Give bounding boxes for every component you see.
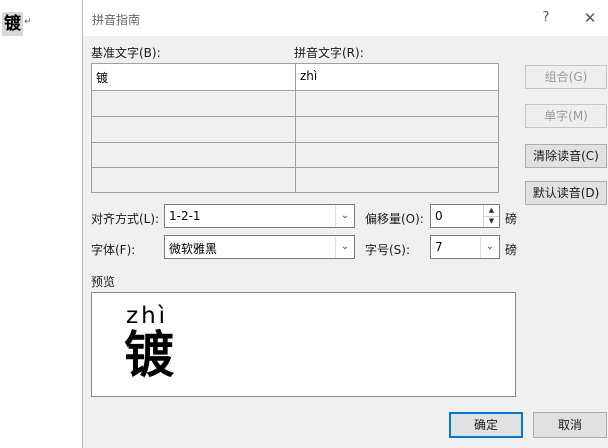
offset-value: 0 (435, 209, 443, 223)
help-button[interactable]: ? (531, 8, 561, 28)
base-text-value: 镀 (96, 71, 109, 85)
font-value: 微软雅黑 (169, 242, 218, 256)
chevron-down-icon[interactable]: ⌄ (480, 236, 499, 258)
size-value: 7 (435, 240, 443, 254)
base-text-cell (92, 142, 295, 167)
offset-unit: 磅 (505, 212, 518, 226)
ok-button[interactable]: 确定 (449, 412, 523, 438)
preview-char: 镀 (124, 326, 174, 384)
alignment-value: 1-2-1 (169, 209, 201, 223)
offset-spinner[interactable]: 0 ▲ ▼ (430, 204, 500, 228)
dialog-title: 拼音指南 (92, 13, 141, 27)
phonetic-guide-dialog: 拼音指南 ? ✕ 基准文字(B): 拼音文字(R): 镀 zhì 组合(G) 单… (82, 0, 608, 448)
base-text-label: 基准文字(B): (91, 46, 161, 60)
phonetic-table: 镀 zhì (91, 63, 499, 193)
size-select[interactable]: 7 ⌄ (430, 235, 500, 259)
mono-button[interactable]: 单字(M) (525, 104, 607, 128)
ruby-text-value: zhì (300, 69, 318, 83)
alignment-select[interactable]: 1-2-1 ⌄ (164, 204, 355, 228)
document-selected-char: 镀 (2, 12, 23, 36)
cancel-button[interactable]: 取消 (533, 412, 607, 438)
title-bar: 拼音指南 ? ✕ (83, 0, 608, 36)
alignment-label: 对齐方式(L): (91, 212, 160, 226)
font-label: 字体(F): (91, 243, 136, 257)
base-text-cell (92, 167, 295, 192)
ruby-text-cell[interactable]: zhì (295, 64, 498, 90)
font-select[interactable]: 微软雅黑 ⌄ (164, 235, 355, 259)
group-button[interactable]: 组合(G) (525, 65, 607, 89)
clear-reading-button[interactable]: 清除读音(C) (525, 144, 607, 168)
size-label: 字号(S): (365, 243, 411, 257)
default-reading-button[interactable]: 默认读音(D) (525, 181, 607, 205)
offset-spin-buttons: ▲ ▼ (483, 205, 499, 227)
ruby-text-label: 拼音文字(R): (294, 46, 364, 60)
chevron-down-icon[interactable]: ⌄ (335, 236, 354, 258)
close-icon[interactable]: ✕ (575, 8, 605, 28)
spin-down-icon[interactable]: ▼ (484, 216, 499, 227)
ruby-text-cell (295, 90, 498, 116)
size-unit: 磅 (505, 243, 518, 257)
paragraph-mark: ↵ (24, 17, 32, 27)
base-text-cell (92, 90, 295, 116)
offset-label: 偏移量(O): (365, 212, 424, 226)
ruby-text-cell (295, 167, 498, 192)
chevron-down-icon[interactable]: ⌄ (335, 205, 354, 227)
preview-box: zhì 镀 (91, 292, 516, 397)
base-text-cell (92, 116, 295, 142)
ruby-text-cell (295, 116, 498, 142)
preview-label: 预览 (91, 275, 116, 289)
base-text-cell[interactable]: 镀 (92, 64, 295, 90)
ruby-text-cell (295, 142, 498, 167)
